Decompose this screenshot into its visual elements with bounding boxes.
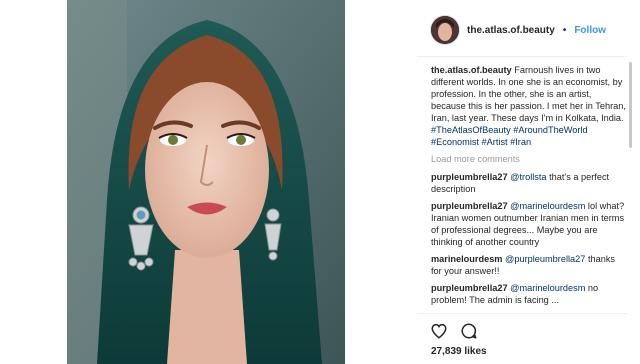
load-more-comments-link[interactable]: Load more comments [431, 153, 627, 165]
comments-list: the.atlas.of.beauty Farnoush lives in tw… [431, 64, 627, 311]
comment-mention[interactable]: @marinelourdesm [510, 283, 585, 293]
comment-username[interactable]: marinelourdesm [431, 254, 502, 264]
post-photo[interactable] [67, 0, 345, 364]
heart-icon[interactable] [430, 322, 448, 345]
comment-username[interactable]: purpleumbrella27 [431, 201, 508, 211]
comment-item: marinelourdesm @purpleumbrella27 thanks … [431, 253, 627, 277]
comment-mention[interactable]: @trollsta [510, 172, 546, 182]
post-header: the.atlas.of.beauty • Follow [431, 14, 606, 46]
caption-username[interactable]: the.atlas.of.beauty [431, 65, 512, 75]
comment-item: purpleumbrella27 @marinelourdesm lol wha… [431, 200, 627, 248]
comment-item: purpleumbrella27 @trollsta that's a perf… [431, 171, 627, 195]
comment-icon[interactable] [460, 322, 478, 345]
portrait-image [67, 0, 345, 364]
separator-dot: • [562, 24, 567, 36]
caption: the.atlas.of.beauty Farnoush lives in tw… [431, 64, 627, 148]
comments-scrollbar[interactable] [629, 62, 632, 148]
header-divider [417, 56, 627, 57]
username-link[interactable]: the.atlas.of.beauty [467, 25, 555, 36]
post-actions [430, 322, 478, 345]
avatar[interactable] [431, 16, 459, 44]
likes-count[interactable]: 27,839 likes [431, 346, 487, 357]
comment-mention[interactable]: @purpleumbrella27 [505, 254, 585, 264]
comment-username[interactable]: purpleumbrella27 [431, 172, 508, 182]
follow-button[interactable]: Follow [574, 25, 606, 36]
comment-mention[interactable]: @marinelourdesm [510, 201, 585, 211]
actions-divider [417, 313, 627, 314]
comment-username[interactable]: purpleumbrella27 [431, 283, 508, 293]
comment-item: purpleumbrella27 @marinelourdesm no prob… [431, 282, 627, 306]
caption-hashtags[interactable]: #TheAtlasOfBeauty #AroundTheWorld #Econo… [431, 125, 588, 147]
avatar-image [431, 16, 459, 44]
post-side-panel: the.atlas.of.beauty • Follow the.atlas.o… [417, 0, 627, 364]
